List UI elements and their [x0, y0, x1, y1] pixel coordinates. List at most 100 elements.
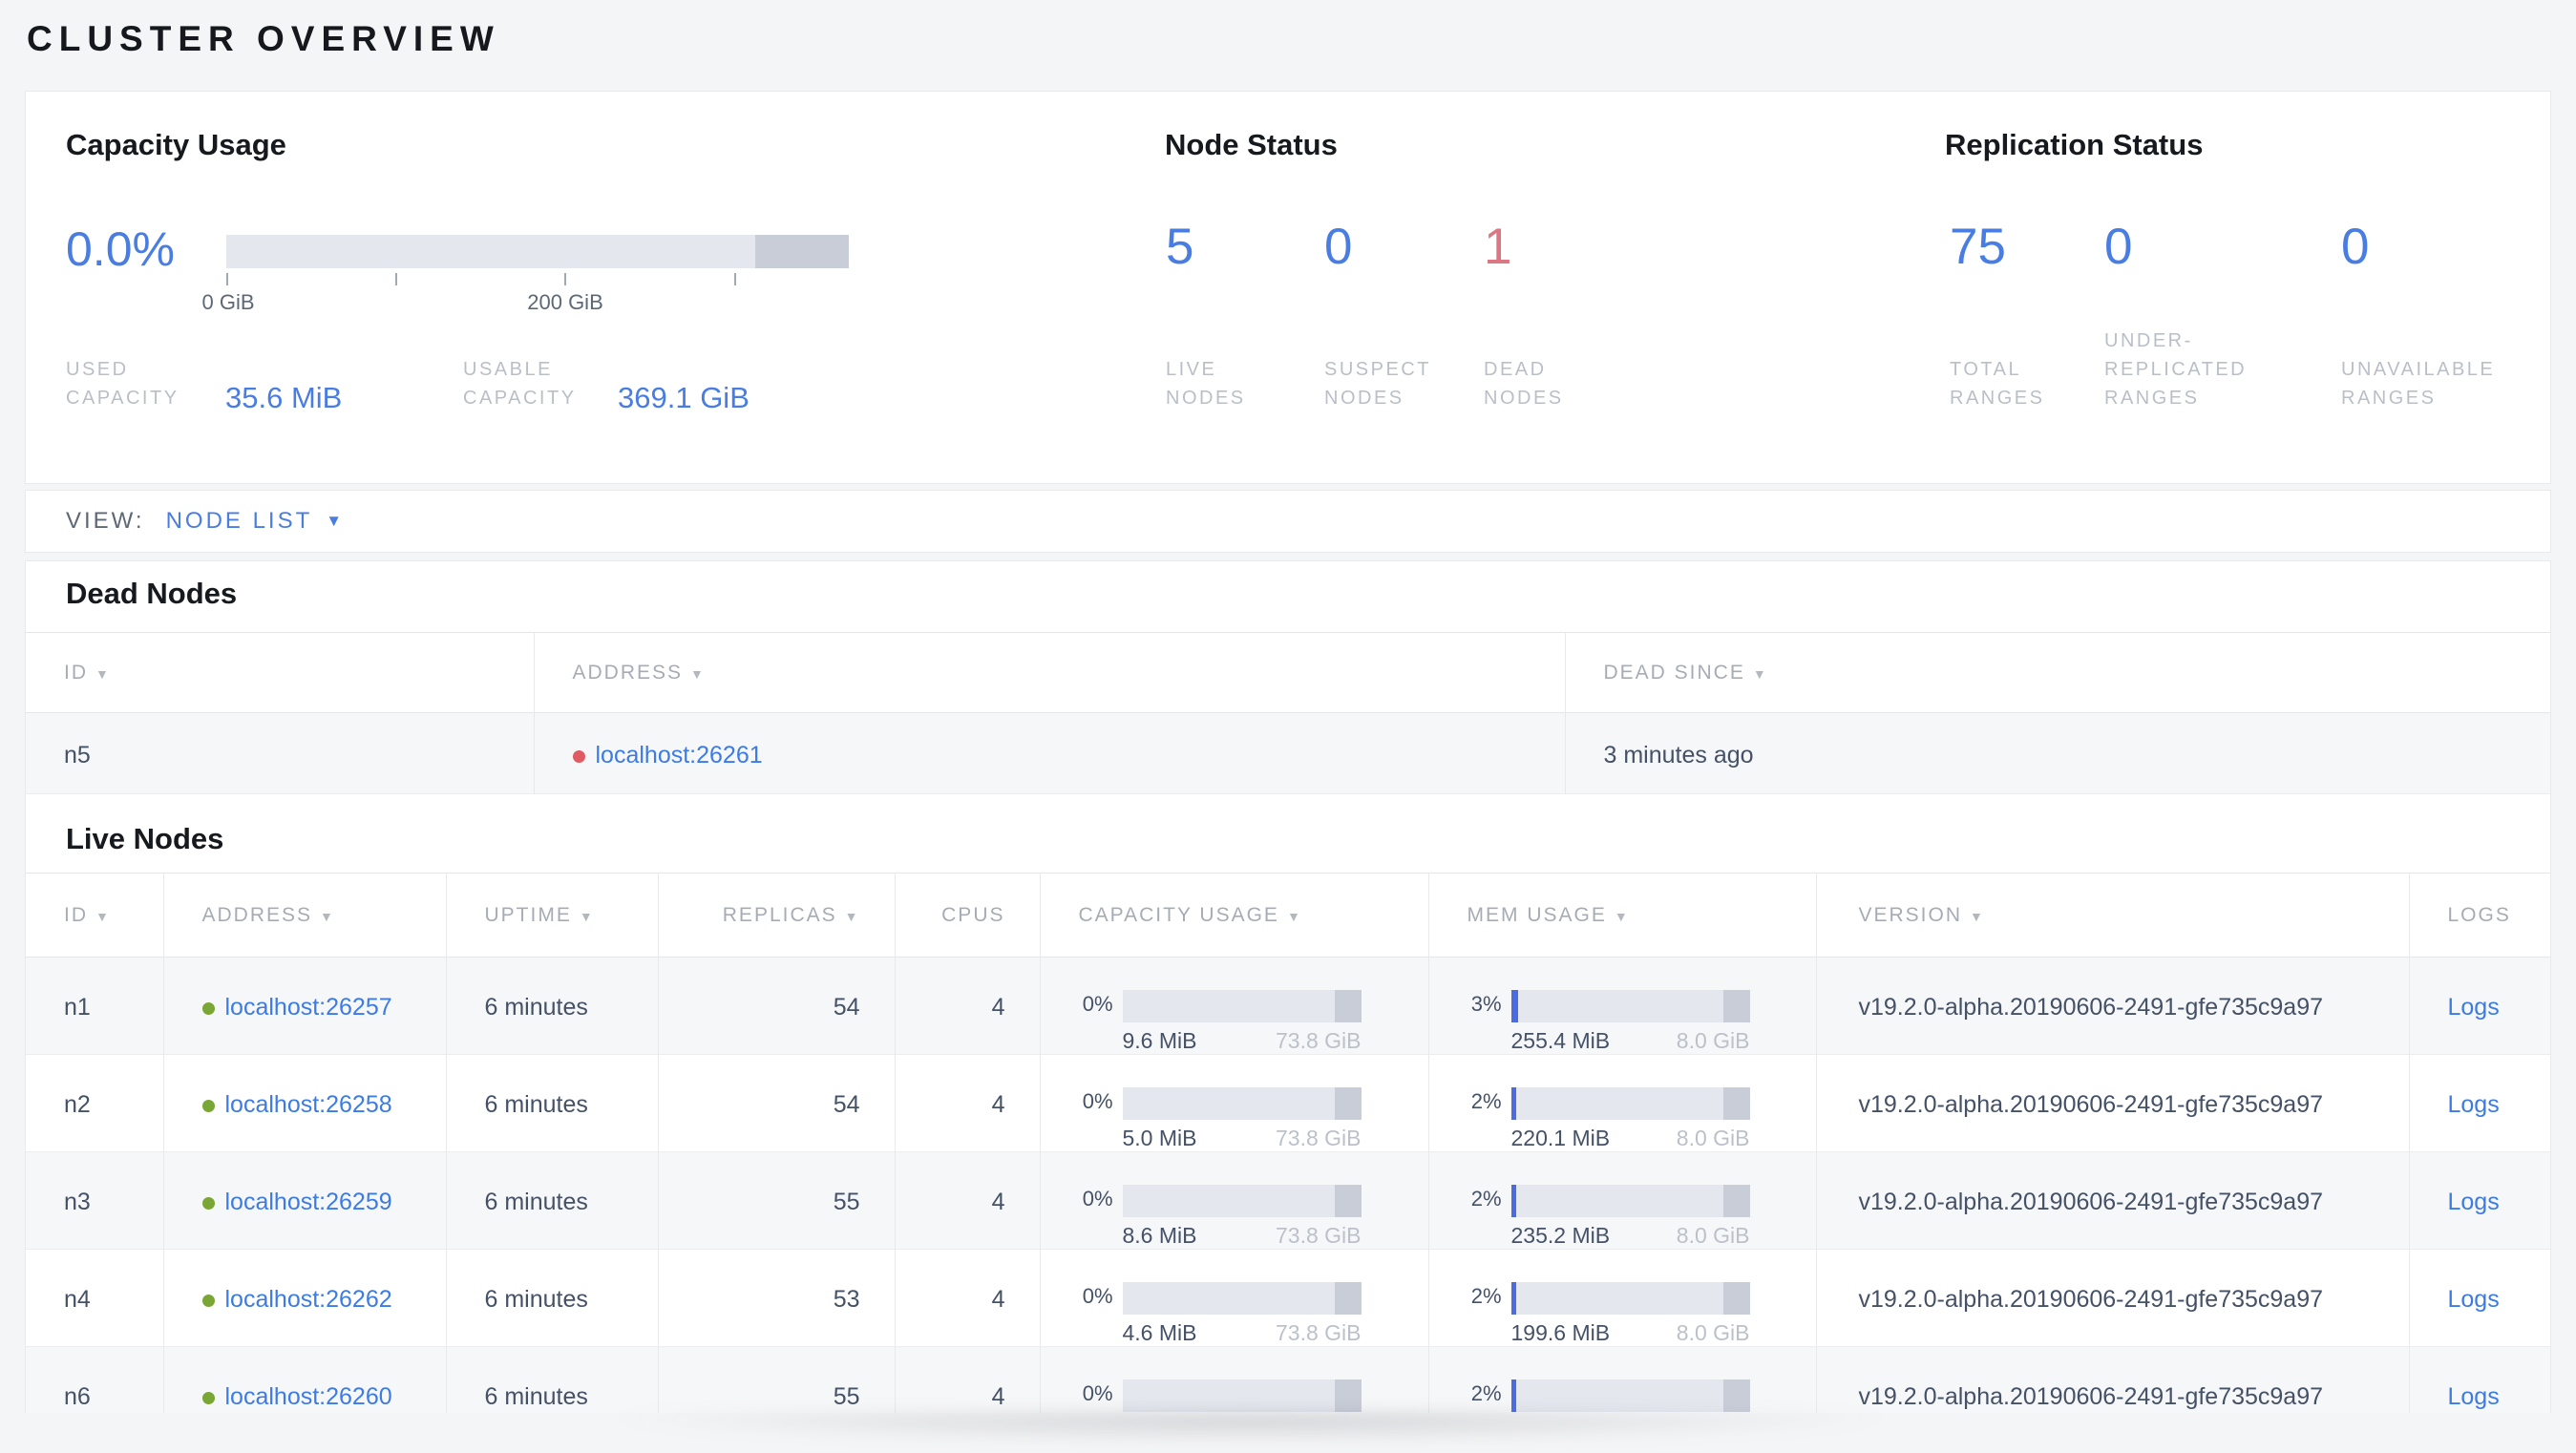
column-header-label: MEM USAGE	[1467, 903, 1607, 926]
capacity-bar-track	[1122, 1087, 1362, 1120]
dead-nodes-table: ID ▼ ADDRESS ▼ DEAD SINCE ▼ n5 localhost:26…	[26, 632, 2550, 794]
node-live-dot-icon	[201, 1100, 215, 1112]
node-address-link[interactable]: localhost:26261	[596, 742, 763, 769]
page-title: CLUSTER OVERVIEW	[27, 19, 500, 58]
cpus-cell: 4	[894, 957, 1040, 1055]
logs-link[interactable]: Logs	[2448, 1286, 2500, 1313]
sort-desc-icon: ▼	[95, 665, 111, 682]
uptime-cell: 6 minutes	[445, 1151, 658, 1250]
node-dead-dot-icon	[572, 750, 585, 763]
mem-total-value: 8.0 GiB	[1676, 1320, 1750, 1345]
column-header-id[interactable]: ID ▼	[26, 633, 534, 713]
mem-bar-track	[1510, 1282, 1750, 1315]
replicas-cell: 53	[657, 1249, 895, 1347]
view-label: VIEW:	[66, 508, 145, 534]
column-header-id[interactable]: ID ▼	[26, 874, 163, 958]
sort-desc-icon: ▼	[844, 908, 860, 924]
dead-nodes-count: 1	[1484, 219, 1512, 275]
column-header-replicas[interactable]: REPLICAS ▼	[657, 873, 895, 958]
view-dropdown-selected[interactable]: NODE LIST	[166, 508, 313, 535]
mem-bar-track	[1510, 1087, 1750, 1120]
node-address-link[interactable]: localhost:26262	[225, 1286, 392, 1313]
column-header-label: DEAD SINCE	[1603, 661, 1745, 684]
live-nodes-table: ID ▼ ADDRESS ▼ UPTIME ▼ REPLICAS ▼ CPUS CAPA…	[26, 873, 2550, 1413]
logs-cell: Logs	[2408, 1054, 2550, 1152]
total-ranges-count: 75	[1950, 219, 2006, 275]
mem-usage-cell: 2% 225.5 MiB8.0 GiB	[1427, 1346, 1816, 1413]
mem-usage-cell: 2% 220.1 MiB 8.0 GiB	[1427, 1054, 1816, 1152]
node-address-link[interactable]: localhost:26260	[225, 1383, 392, 1410]
capacity-percent-label: 0%	[1082, 1381, 1113, 1405]
capacity-total-value: 73.8 GiB	[1276, 1126, 1362, 1150]
node-address-link[interactable]: localhost:26259	[225, 1189, 392, 1215]
column-header-address[interactable]: ADDRESS ▼	[533, 632, 1565, 713]
node-id-cell: n2	[64, 1091, 91, 1118]
total-ranges-label: TOTAL RANGES	[1950, 359, 2045, 409]
cpus-cell: 4	[894, 1151, 1040, 1250]
column-header-version[interactable]: VERSION ▼	[1815, 873, 2409, 958]
table-row: n3 localhost:26259 6 minutes 55 4 0% 8.6…	[26, 1151, 2550, 1250]
mem-bar-track	[1510, 1185, 1750, 1217]
node-live-dot-icon	[201, 1197, 215, 1210]
column-header-mem-usage[interactable]: MEM USAGE ▼	[1427, 873, 1816, 958]
column-header-label: ADDRESS	[201, 903, 313, 926]
column-header-label: UPTIME	[484, 903, 572, 926]
sort-desc-icon: ▼	[95, 908, 111, 924]
column-header-dead-since[interactable]: DEAD SINCE ▼	[1564, 632, 2550, 713]
mem-used-value: 235.2 MiB	[1510, 1223, 1611, 1248]
column-header-logs: LOGS	[2408, 873, 2550, 958]
logs-link[interactable]: Logs	[2448, 1189, 2500, 1215]
capacity-total-value: 73.8 GiB	[1276, 1320, 1362, 1345]
axis-tick	[564, 273, 566, 285]
node-address-cell: localhost:26260	[162, 1346, 446, 1413]
column-header-capacity-usage[interactable]: CAPACITY USAGE ▼	[1039, 873, 1428, 958]
node-address-link[interactable]: localhost:26258	[225, 1091, 392, 1118]
uptime-cell: 6 minutes	[445, 957, 658, 1055]
logs-cell: Logs	[2408, 1151, 2550, 1250]
version-cell: v19.2.0-alpha.20190606-2491-gfe735c9a97	[1815, 1151, 2409, 1250]
node-address-cell: localhost:26259	[162, 1151, 446, 1250]
sort-desc-icon: ▼	[690, 665, 706, 682]
mem-used-value: 220.1 MiB	[1510, 1126, 1611, 1150]
cpus-cell: 4	[894, 1346, 1040, 1413]
axis-tick	[734, 273, 736, 285]
column-header-uptime[interactable]: UPTIME ▼	[445, 873, 658, 958]
mem-percent-label: 2%	[1470, 1187, 1502, 1211]
usable-capacity-value: 369.1 GiB	[618, 381, 750, 414]
capacity-bar-track	[1122, 1282, 1362, 1315]
capacity-total-value: 73.8 GiB	[1276, 1223, 1362, 1248]
capacity-usage-cell: 0% 9.6 MiB 73.8 GiB	[1039, 957, 1428, 1055]
replicas-cell: 54	[657, 1054, 895, 1152]
view-dropdown[interactable]: NODE LIST ▼	[166, 508, 343, 535]
version-cell: v19.2.0-alpha.20190606-2491-gfe735c9a97	[1815, 1054, 2409, 1152]
usable-capacity-label: USABLE CAPACITY	[463, 359, 577, 409]
sort-desc-icon: ▼	[1286, 908, 1302, 924]
column-header-address[interactable]: ADDRESS ▼	[162, 873, 446, 958]
axis-tick-label: 0 GiB	[201, 290, 255, 314]
table-row: n5 localhost:26261 3 minutes ago	[26, 712, 2550, 794]
column-header-label: CPUS	[941, 903, 1005, 926]
capacity-usage-cell: 0% 5.0 MiB 73.8 GiB	[1039, 1054, 1428, 1152]
capacity-usage-cell: 0% 7.8 MiB73.8 GiB	[1039, 1346, 1428, 1413]
mem-bar-fill	[1510, 990, 1518, 1022]
mem-bar-fill	[1510, 1282, 1516, 1315]
replication-status-title: Replication Status	[1945, 128, 2204, 161]
logs-link[interactable]: Logs	[2448, 1383, 2500, 1410]
node-live-dot-icon	[201, 1295, 215, 1307]
capacity-usage-title: Capacity Usage	[66, 128, 286, 161]
sort-desc-icon: ▼	[1752, 665, 1768, 682]
logs-link[interactable]: Logs	[2448, 994, 2500, 1021]
node-address-cell: localhost:26258	[162, 1054, 446, 1152]
sort-desc-icon: ▼	[1970, 908, 1985, 924]
live-nodes-heading: Live Nodes	[66, 822, 224, 855]
node-address-link[interactable]: localhost:26257	[225, 994, 392, 1021]
capacity-percent-label: 0%	[1082, 1187, 1113, 1211]
table-row: n1 localhost:26257 6 minutes 54 4 0% 9.6…	[26, 957, 2550, 1055]
version-cell: v19.2.0-alpha.20190606-2491-gfe735c9a97	[1815, 1346, 2409, 1413]
mem-usage-cell: 3% 255.4 MiB 8.0 GiB	[1427, 957, 1816, 1055]
capacity-usage-cell: 0% 8.6 MiB 73.8 GiB	[1039, 1151, 1428, 1250]
logs-link[interactable]: Logs	[2448, 1091, 2500, 1118]
table-row: n6 localhost:26260 6 minutes 55 4 0% 7.8…	[26, 1346, 2550, 1413]
mem-bar-track	[1510, 1379, 1750, 1412]
live-nodes-header-row: ID ▼ ADDRESS ▼ UPTIME ▼ REPLICAS ▼ CPUS CAPA…	[26, 873, 2550, 958]
